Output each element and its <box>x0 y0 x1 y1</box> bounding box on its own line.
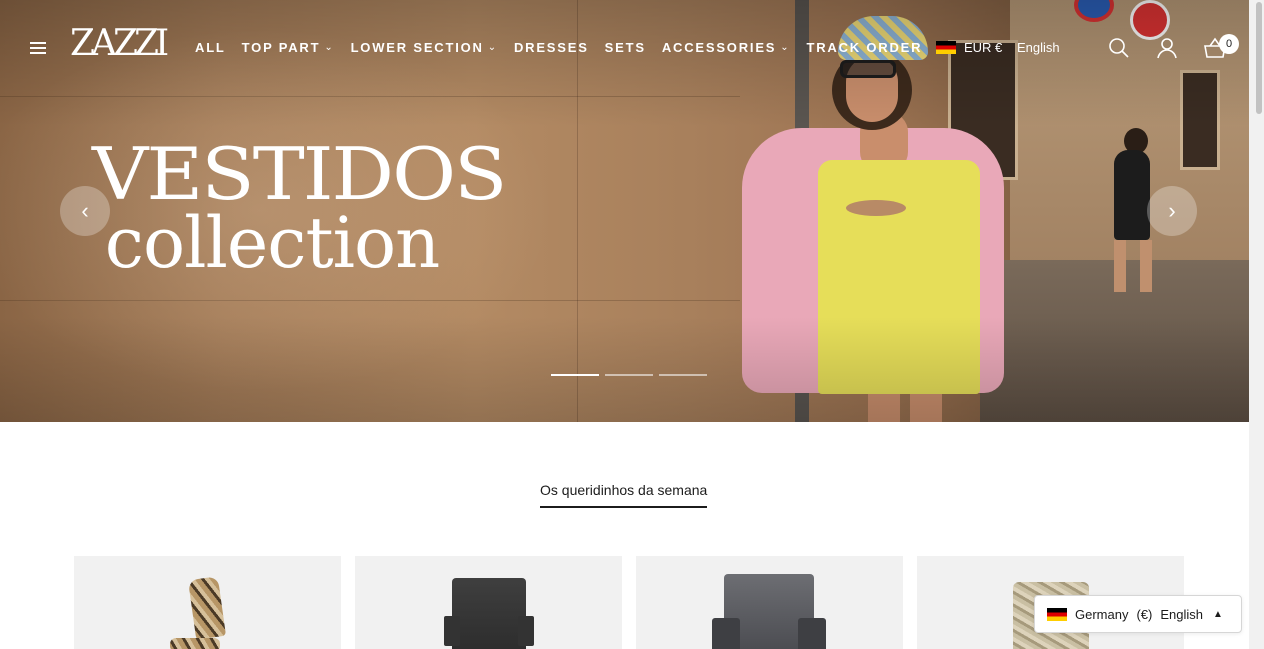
product-image <box>170 638 220 649</box>
nav-item-sets[interactable]: SETS <box>605 40 646 55</box>
chevron-left-icon: ‹ <box>81 198 89 223</box>
nav-item-accessories[interactable]: ACCESSORIES ⌄ <box>662 40 791 55</box>
product-card[interactable] <box>636 556 903 649</box>
currency-label: EUR € <box>964 40 1003 55</box>
country-currency-label: (€) <box>1136 606 1153 622</box>
slider-next-button[interactable]: › <box>1147 186 1197 236</box>
hero-title: VESTIDOS collection <box>92 133 507 284</box>
page: VESTIDOS collection ‹ › ZAZZI ALL TOP PA… <box>0 0 1264 649</box>
hero-title-line2: collection <box>104 202 441 284</box>
germany-flag-icon <box>1047 607 1067 621</box>
nav-item-lower-section[interactable]: LOWER SECTION ⌄ <box>351 40 498 55</box>
main-nav: ALL TOP PART ⌄ LOWER SECTION ⌄ DRESSES SET… <box>195 40 938 55</box>
nav-item-all[interactable]: ALL <box>195 40 226 55</box>
product-pocket <box>798 618 826 649</box>
chevron-right-icon: › <box>1168 198 1176 223</box>
currency-selector[interactable]: EUR € <box>936 40 1002 55</box>
nav-item-label: ALL <box>195 40 226 55</box>
slider-dot[interactable] <box>551 374 599 376</box>
nav-item-label: SETS <box>604 40 646 55</box>
nav-item-dresses[interactable]: DRESSES <box>514 40 589 55</box>
product-pocket <box>518 616 534 646</box>
product-image <box>452 578 526 649</box>
nav-item-label: ACCESSORIES <box>661 40 777 55</box>
cart-count-badge: 0 <box>1219 34 1239 54</box>
country-language-label: English <box>1160 606 1203 622</box>
nav-item-top-part[interactable]: TOP PART ⌄ <box>242 40 335 55</box>
slider-dot[interactable] <box>659 374 707 376</box>
search-icon[interactable] <box>1107 36 1131 60</box>
tab-weekly-favorites[interactable]: Os queridinhos da semana <box>540 482 708 508</box>
nav-item-label: TOP PART <box>241 40 321 55</box>
site-logo[interactable]: ZAZZI <box>70 26 169 62</box>
slider-prev-button[interactable]: ‹ <box>60 186 110 236</box>
product-card[interactable] <box>74 556 341 649</box>
nav-item-label: DRESSES <box>513 40 589 55</box>
site-header: ZAZZI ALL TOP PART ⌄ LOWER SECTION ⌄ DRESS… <box>0 0 1249 96</box>
slider-dots <box>551 374 707 376</box>
country-label: Germany <box>1075 606 1129 622</box>
scrollbar-thumb[interactable] <box>1256 2 1262 114</box>
germany-flag-icon <box>936 41 956 54</box>
chevron-down-icon: ⌄ <box>487 42 498 53</box>
caret-up-icon: ▲ <box>1213 608 1223 620</box>
product-image <box>187 576 227 640</box>
hero-title-line1: VESTIDOS <box>92 133 507 217</box>
nav-item-label: TRACK ORDER <box>806 40 923 55</box>
slider-dot[interactable] <box>605 374 653 376</box>
product-pocket <box>444 616 460 646</box>
account-icon[interactable] <box>1155 36 1179 60</box>
chevron-down-icon: ⌄ <box>780 42 791 53</box>
chevron-down-icon: ⌄ <box>324 42 335 53</box>
product-pocket <box>712 618 740 649</box>
nav-item-label: LOWER SECTION <box>350 40 484 55</box>
language-selector[interactable]: English <box>1017 40 1060 55</box>
country-selector[interactable]: Germany (€) English ▲ <box>1034 595 1242 633</box>
product-card[interactable] <box>355 556 622 649</box>
menu-icon[interactable] <box>30 42 46 54</box>
nav-item-track-order[interactable]: TRACK ORDER <box>806 40 922 55</box>
